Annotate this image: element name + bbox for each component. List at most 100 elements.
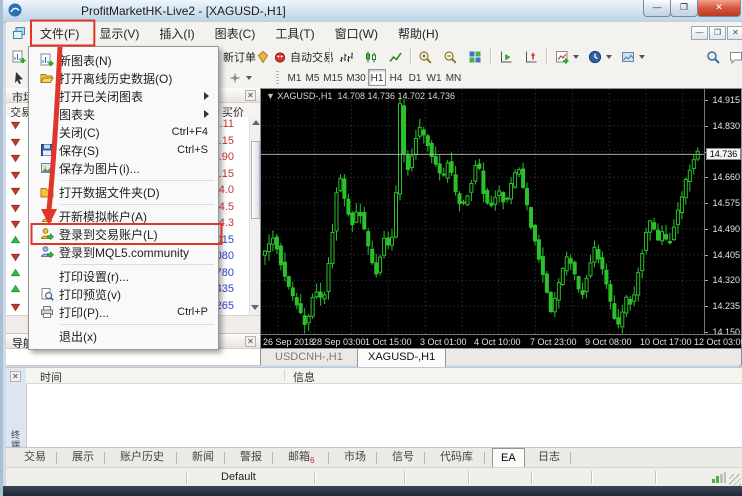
chart-shift-button[interactable] [520,46,542,68]
terminal-tab-cn-330[interactable]: 市场 [336,448,374,468]
market-watch-close-icon[interactable]: ✕ [245,90,256,101]
new-chart-button[interactable] [8,46,30,68]
timeframe-mn[interactable]: MN [444,69,463,86]
bar-chart-mode-button[interactable] [335,46,357,68]
terminal-tab-cn-378[interactable]: 信号 [384,448,422,468]
resize-grip[interactable] [729,474,741,486]
terminal-tab-cn-178[interactable]: 新闻 [184,448,222,468]
chart-plot-area[interactable]: ▼ XAGUSD-,H1 14.708 14.736 14.702 14.736 [261,89,704,334]
menu-item-6[interactable]: 帮助(H) [388,22,449,45]
timeframe-m15[interactable]: M15 [322,69,344,86]
scroll-down-icon[interactable] [251,305,259,310]
price-tick-label: 14.320 [712,275,740,285]
file-menu-item-14[interactable]: 打印设置(r)... [29,267,218,285]
close-button[interactable]: ✕ [697,0,741,17]
file-menu-item-15[interactable]: 打印预览(v) [29,285,218,303]
menu-item-label: 登录到交易账户(L) [59,226,212,243]
message-column-header[interactable]: 信息 [293,369,315,385]
periods-button[interactable] [584,46,616,68]
price-tick-label: 14.575 [712,198,740,208]
timeframe-h1[interactable]: H1 [368,69,386,86]
objects-dropdown-button[interactable] [224,68,256,88]
navigator-close-icon[interactable]: ✕ [245,336,256,347]
time-tick-label: 26 Sep 2018 [263,337,314,347]
terminal-tab-cn-10[interactable]: 交易 [16,448,54,468]
terminal-tab-ea[interactable]: EA [492,448,525,469]
file-menu-item-5[interactable]: 保存(S)Ctrl+S [29,141,218,159]
chevron-down-icon [573,55,579,59]
file-menu-item-12[interactable]: 登录到MQL5.community [29,243,218,261]
mdi-close-button[interactable]: ✕ [727,26,742,40]
indicators-button[interactable] [551,46,583,68]
timeframe-d1[interactable]: D1 [406,69,424,86]
terminal-close-icon[interactable]: ✕ [10,371,21,382]
line-chart-mode-button[interactable] [385,46,407,68]
scroll-up-icon[interactable] [252,120,260,125]
timeframe-h4[interactable]: H4 [387,69,405,86]
zoom-in-button[interactable] [414,46,436,68]
terminal-tab-cn-274[interactable]: 邮箱6 [280,448,322,468]
file-menu-item-2[interactable]: 打开已关闭图表 [29,87,218,105]
profile-name: Default [221,471,256,483]
terminal-tab-cn-524[interactable]: 日志 [530,448,568,468]
time-tick-label: 1 Oct 15:00 [365,337,412,347]
chart-tab-usdcnh-h1[interactable]: USDCNH-,H1 [265,349,353,367]
auto-scroll-button[interactable] [495,46,517,68]
menu-item-label: 打开已关闭图表 [59,88,204,105]
file-menu-item-0[interactable]: 新图表(N) [29,51,218,69]
toolbar-grip[interactable] [276,71,279,84]
file-menu-item-8[interactable]: 打开数据文件夹(D) [29,183,218,201]
navigator-body [6,349,260,366]
mdi-restore-button[interactable]: ❐ [709,26,726,40]
timeframe-m1[interactable]: M1 [286,69,303,86]
minimize-button[interactable]: — [643,0,671,17]
file-menu-item-16[interactable]: 打印(P)...Ctrl+P [29,303,218,321]
search-icon [706,50,720,64]
menu-file[interactable]: 文件(F) [30,22,89,45]
chart-dropdown-icon[interactable]: ▼ [266,91,277,101]
time-column-header[interactable]: 时间 [40,369,62,385]
menu-item-2[interactable]: 插入(I) [149,22,204,45]
cursor-tool-button[interactable] [8,68,30,88]
timeframe-w1[interactable]: W1 [425,69,443,86]
chevron-down-icon [639,55,645,59]
price-axis[interactable]: 14.91514.83014.74514.66014.57514.49014.4… [704,89,742,334]
time-tick-label: 7 Oct 23:00 [530,337,577,347]
file-menu-item-10[interactable]: 开新模拟帐户(A) [29,207,218,225]
price-tick-label: 14.660 [712,172,740,182]
time-tick-label: 9 Oct 08:00 [585,337,632,347]
menu-item-5[interactable]: 窗口(W) [325,22,388,45]
search-button[interactable] [702,46,724,68]
terminal-tab-cn-426[interactable]: 代码库 [432,448,481,468]
file-menu-item-4[interactable]: 关闭(C)Ctrl+F4 [29,123,218,141]
zoom-out-button[interactable] [439,46,461,68]
menu-item-4[interactable]: 工具(T) [265,22,324,45]
zoom-in-icon [418,50,432,64]
file-menu-item-18[interactable]: 退出(x) [29,327,218,345]
file-menu-item-6[interactable]: 保存为图片(i)... [29,159,218,177]
scrollbar-thumb[interactable] [251,141,260,219]
maximize-button[interactable]: ❐ [670,0,698,17]
terminal-tab-cn-226[interactable]: 警报 [232,448,270,468]
candle-chart-mode-button[interactable] [360,46,382,68]
file-menu-item-11[interactable]: 登录到交易账户(L) [29,225,218,243]
templates-button[interactable] [617,46,649,68]
file-menu-item-1[interactable]: 打开离线历史数据(O) [29,69,218,87]
chat-button[interactable] [725,46,742,68]
objects-icon [228,71,242,85]
tile-windows-button[interactable] [464,46,486,68]
file-menu-item-3[interactable]: 图表夹 [29,105,218,123]
terminal-tab-cn-106[interactable]: 账户历史 [112,448,172,468]
menu-item-3[interactable]: 图表(C) [205,22,266,45]
price-tick-label: 14.830 [712,121,740,131]
mdi-minimize-button[interactable]: — [691,26,708,40]
timeframe-m5[interactable]: M5 [304,69,321,86]
timeframe-m30[interactable]: M30 [345,69,367,86]
chart-tab-xagusd-h1[interactable]: XAGUSD-,H1 [357,349,446,368]
autotrading-button[interactable]: 自动交易 [269,46,338,68]
terminal-tab-cn-58[interactable]: 展示 [64,448,102,468]
menu-item-1[interactable]: 显示(V) [89,22,149,45]
mail-badge: 6 [310,456,314,465]
time-axis[interactable]: 26 Sep 201828 Sep 03:001 Oct 15:003 Oct … [261,334,741,349]
mdi-child-icon[interactable] [12,26,26,40]
